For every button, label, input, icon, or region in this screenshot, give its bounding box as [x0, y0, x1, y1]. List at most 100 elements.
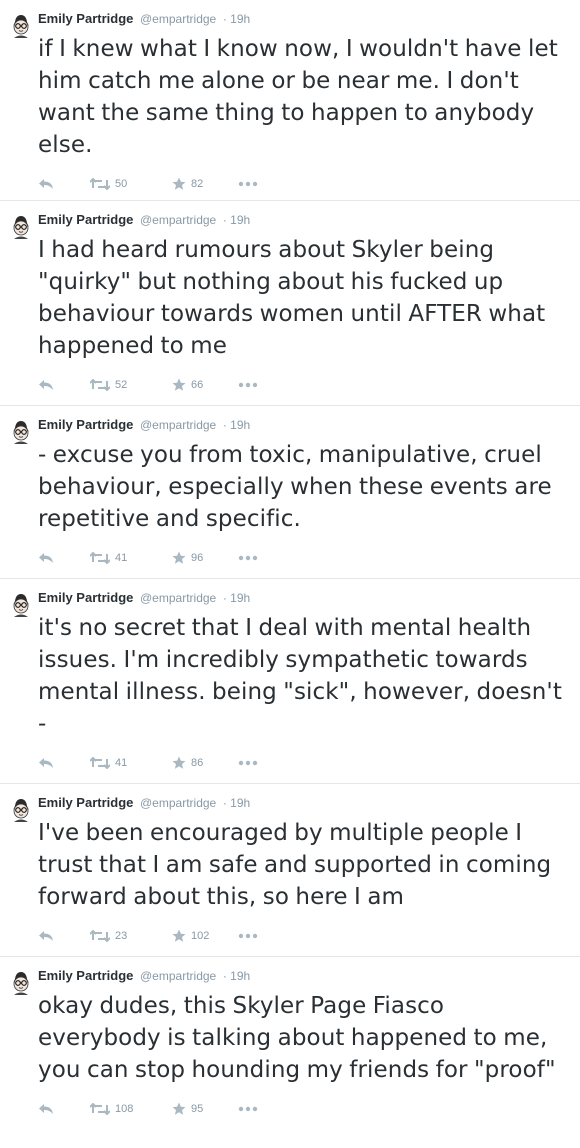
retweet-count: 23 — [115, 930, 128, 942]
timestamp[interactable]: · 19h — [223, 969, 250, 983]
retweet-button[interactable]: 108 — [90, 1103, 172, 1115]
author-name[interactable]: Emily Partridge — [38, 590, 133, 605]
avatar[interactable] — [10, 14, 32, 38]
reply-icon — [39, 1104, 53, 1114]
retweet-count: 50 — [115, 178, 128, 190]
reply-button[interactable] — [38, 178, 90, 190]
star-icon — [172, 551, 186, 564]
favorite-button[interactable]: 82 — [172, 177, 238, 191]
timestamp[interactable]: · 19h — [223, 12, 250, 26]
reply-button[interactable] — [38, 552, 90, 564]
favorite-count: 86 — [191, 757, 204, 769]
favorite-button[interactable]: 66 — [172, 378, 238, 392]
more-icon — [238, 181, 258, 187]
retweet-button[interactable]: 41 — [90, 757, 172, 769]
favorite-button[interactable]: 86 — [172, 756, 238, 770]
retweet-button[interactable]: 41 — [90, 552, 172, 564]
more-icon — [238, 933, 258, 939]
reply-icon — [39, 380, 53, 390]
tweet-text: - excuse you from toxic, manipulative, c… — [38, 442, 552, 532]
more-icon — [238, 555, 258, 561]
favorite-count: 82 — [191, 178, 204, 190]
tweet-text: okay dudes, this Skyler Page Fiasco ever… — [38, 993, 556, 1083]
star-icon — [172, 177, 186, 190]
author-name[interactable]: Emily Partridge — [38, 968, 133, 983]
author-name[interactable]: Emily Partridge — [38, 795, 133, 810]
retweet-button[interactable]: 52 — [90, 379, 172, 391]
tweet-text: it's no secret that I deal with mental h… — [38, 615, 562, 737]
reply-icon — [39, 931, 53, 941]
retweet-icon — [90, 552, 110, 564]
timestamp[interactable]: · 19h — [223, 418, 250, 432]
favorite-count: 102 — [191, 930, 210, 942]
tweet-actions: 50 82 — [38, 171, 570, 197]
avatar[interactable] — [10, 593, 32, 617]
timestamp[interactable]: · 19h — [223, 591, 250, 605]
avatar[interactable] — [10, 215, 32, 239]
reply-button[interactable] — [38, 379, 90, 391]
timestamp[interactable]: · 19h — [223, 213, 250, 227]
tweet-actions: 52 66 — [38, 372, 570, 398]
tweet[interactable]: Emily Partridge @empartridge · 19h okay … — [0, 957, 580, 1148]
author-handle[interactable]: @empartridge — [140, 418, 216, 432]
tweet[interactable]: Emily Partridge @empartridge · 19h if I … — [0, 0, 580, 201]
retweet-icon — [90, 178, 110, 190]
star-icon — [172, 756, 186, 769]
tweet-header: Emily Partridge @empartridge · 19h — [38, 211, 570, 229]
author-name[interactable]: Emily Partridge — [38, 212, 133, 227]
favorite-count: 96 — [191, 552, 204, 564]
author-handle[interactable]: @empartridge — [140, 12, 216, 26]
tweet-header: Emily Partridge @empartridge · 19h — [38, 794, 570, 812]
tweet-feed: Emily Partridge @empartridge · 19h if I … — [0, 0, 580, 1148]
tweet-actions: 108 95 — [38, 1096, 570, 1122]
retweet-icon — [90, 1103, 110, 1115]
tweet[interactable]: Emily Partridge @empartridge · 19h it's … — [0, 579, 580, 784]
more-icon — [238, 382, 258, 388]
avatar[interactable] — [10, 798, 32, 822]
favorite-button[interactable]: 96 — [172, 551, 238, 565]
tweet-header: Emily Partridge @empartridge · 19h — [38, 10, 570, 28]
avatar[interactable] — [10, 420, 32, 444]
more-button[interactable] — [238, 382, 258, 388]
tweet[interactable]: Emily Partridge @empartridge · 19h - exc… — [0, 406, 580, 579]
retweet-icon — [90, 930, 110, 942]
author-handle[interactable]: @empartridge — [140, 591, 216, 605]
tweet-actions: 41 96 — [38, 545, 570, 571]
reply-button[interactable] — [38, 930, 90, 942]
reply-icon — [39, 179, 53, 189]
star-icon — [172, 1102, 186, 1115]
favorite-count: 66 — [191, 379, 204, 391]
tweet-text: I've been encouraged by multiple people … — [38, 820, 552, 910]
tweet-header: Emily Partridge @empartridge · 19h — [38, 416, 570, 434]
tweet-header: Emily Partridge @empartridge · 19h — [38, 967, 570, 985]
retweet-count: 41 — [115, 757, 128, 769]
author-name[interactable]: Emily Partridge — [38, 417, 133, 432]
author-handle[interactable]: @empartridge — [140, 213, 216, 227]
retweet-button[interactable]: 50 — [90, 178, 172, 190]
retweet-button[interactable]: 23 — [90, 930, 172, 942]
more-button[interactable] — [238, 1106, 258, 1112]
tweet[interactable]: Emily Partridge @empartridge · 19h I've … — [0, 784, 580, 957]
avatar[interactable] — [10, 971, 32, 995]
more-icon — [238, 1106, 258, 1112]
reply-button[interactable] — [38, 757, 90, 769]
author-name[interactable]: Emily Partridge — [38, 11, 133, 26]
more-button[interactable] — [238, 555, 258, 561]
reply-button[interactable] — [38, 1103, 90, 1115]
retweet-count: 52 — [115, 379, 128, 391]
retweet-count: 108 — [115, 1103, 134, 1115]
favorite-button[interactable]: 95 — [172, 1102, 238, 1116]
more-button[interactable] — [238, 933, 258, 939]
author-handle[interactable]: @empartridge — [140, 969, 216, 983]
retweet-icon — [90, 379, 110, 391]
tweet-text: I had heard rumours about Skyler being "… — [38, 237, 546, 359]
retweet-icon — [90, 757, 110, 769]
tweet-text: if I knew what I know now, I wouldn't ha… — [38, 36, 558, 158]
more-button[interactable] — [238, 760, 258, 766]
author-handle[interactable]: @empartridge — [140, 796, 216, 810]
retweet-count: 41 — [115, 552, 128, 564]
favorite-button[interactable]: 102 — [172, 929, 238, 943]
timestamp[interactable]: · 19h — [223, 796, 250, 810]
tweet[interactable]: Emily Partridge @empartridge · 19h I had… — [0, 201, 580, 406]
more-button[interactable] — [238, 181, 258, 187]
